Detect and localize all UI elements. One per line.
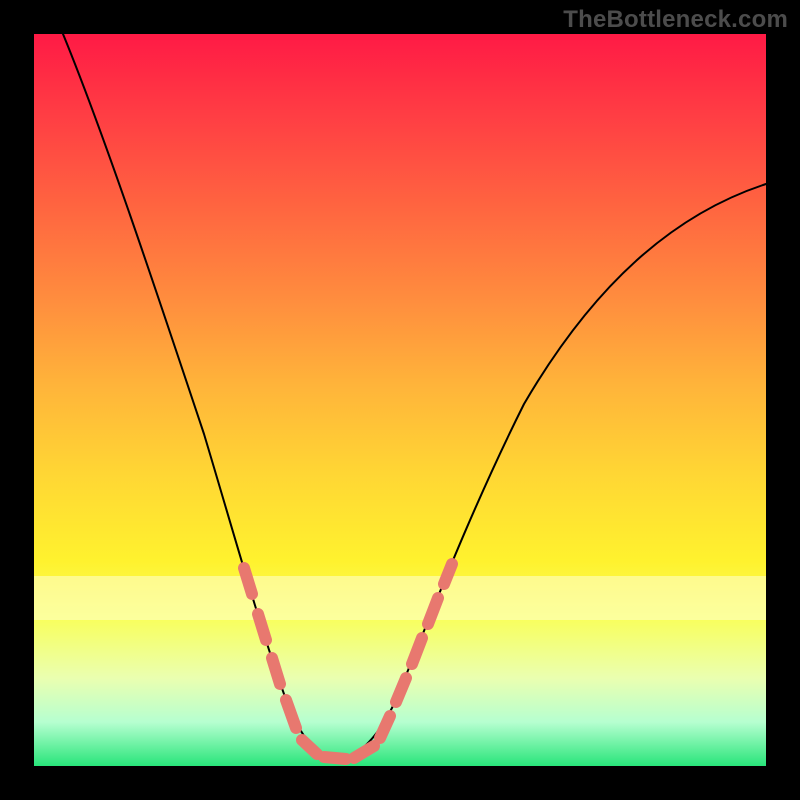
dash-seg [444, 564, 452, 584]
dash-seg [354, 746, 374, 758]
chart-frame: TheBottleneck.com [0, 0, 800, 800]
dash-seg [258, 614, 266, 640]
curve-svg [34, 34, 766, 766]
dash-group [244, 564, 452, 759]
dash-seg [286, 700, 296, 728]
dash-seg [412, 638, 422, 664]
watermark-text: TheBottleneck.com [563, 6, 788, 34]
dash-seg [302, 740, 317, 754]
dash-seg [396, 678, 406, 702]
dash-seg [272, 658, 280, 684]
dash-seg [380, 716, 390, 738]
plot-area [34, 34, 766, 766]
dash-seg [324, 757, 346, 759]
dash-seg [428, 598, 438, 624]
dash-seg [244, 568, 252, 594]
